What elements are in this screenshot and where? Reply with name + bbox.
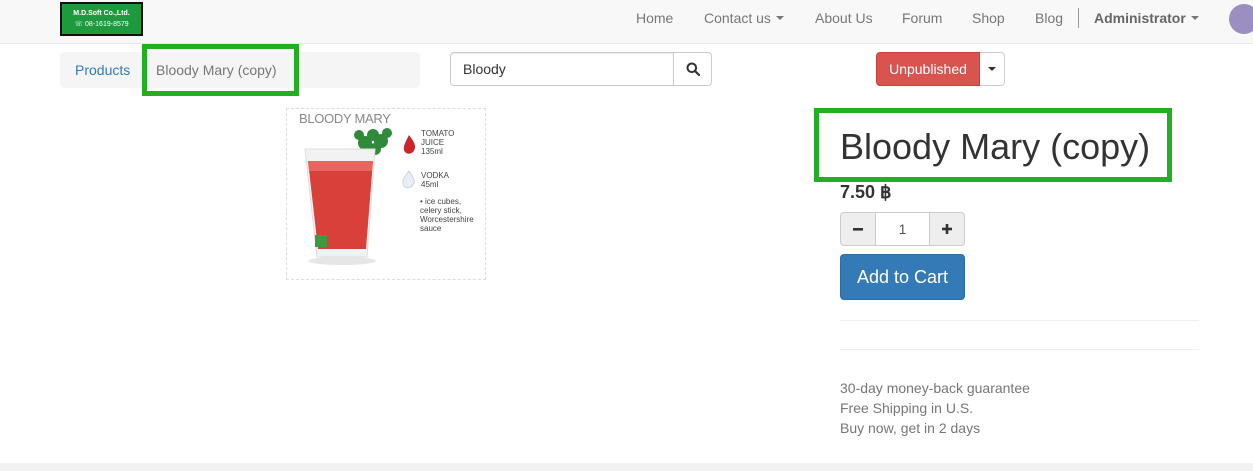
unpublished-button[interactable]: Unpublished: [876, 52, 980, 86]
info-shipping: Free Shipping in U.S.: [840, 400, 974, 416]
minus-icon: [853, 228, 863, 231]
product-title: Bloody Mary (copy): [840, 126, 1151, 167]
nav-forum[interactable]: Forum: [902, 0, 942, 36]
logo-line-1: M.D.Soft Co.,Ltd.: [73, 10, 130, 17]
user-name: Administrator: [1094, 10, 1186, 26]
navbar: M.D.Soft Co.,Ltd. ☏ 08-1619-8579 Home Co…: [0, 0, 1253, 44]
quantity-increase-button[interactable]: [929, 212, 965, 246]
cocktail-glass-illustration: [304, 128, 416, 265]
divider-top: [840, 320, 1199, 321]
breadcrumb-products-link[interactable]: Products: [75, 62, 130, 78]
info-delivery: Buy now, get in 2 days: [840, 420, 981, 436]
nav-contact-us[interactable]: Contact us: [704, 0, 784, 36]
publish-toggle-group: Unpublished: [876, 52, 1005, 86]
plus-icon: [942, 224, 952, 234]
ingredient-vodka: VODKA 45ml: [421, 171, 450, 189]
caret-down-icon: [988, 67, 996, 71]
user-menu[interactable]: Administrator: [1094, 0, 1199, 36]
nav-contact-us-label: Contact us: [704, 10, 771, 26]
nav-home[interactable]: Home: [636, 0, 673, 36]
publish-dropdown-toggle[interactable]: [980, 52, 1005, 86]
ingredient-extras: • ice cubes, celery stick, Worcestershir…: [420, 197, 474, 233]
nav-about-us[interactable]: About Us: [815, 0, 873, 36]
quantity-decrease-button[interactable]: [840, 212, 876, 246]
search-input[interactable]: [450, 52, 674, 86]
nav-divider: [1078, 8, 1079, 28]
search-button[interactable]: [674, 52, 712, 86]
ingredient-tomato-juice: TOMATO JUICE 135ml: [421, 129, 455, 156]
nav-shop[interactable]: Shop: [972, 0, 1005, 36]
info-guarantee: 30-day money-back guarantee: [840, 380, 1030, 396]
nav-blog[interactable]: Blog: [1035, 0, 1063, 36]
company-logo[interactable]: M.D.Soft Co.,Ltd. ☏ 08-1619-8579: [60, 2, 143, 36]
caret-down-icon: [775, 16, 784, 20]
logo-line-2: ☏ 08-1619-8579: [74, 21, 129, 28]
product-search: [450, 52, 712, 86]
caret-down-icon: [1190, 16, 1199, 20]
product-image[interactable]: BLOODY MARY TOMATO JUICE 135ml VODKA 45m…: [286, 108, 486, 280]
divider-bottom: [840, 349, 1199, 350]
add-to-cart-button[interactable]: Add to Cart: [840, 254, 965, 300]
footer-strip: [0, 463, 1253, 471]
search-icon: [686, 62, 700, 76]
quantity-input[interactable]: [876, 212, 929, 246]
breadcrumb-highlight-box: [142, 44, 299, 96]
odoo-drop-icon[interactable]: [1229, 4, 1253, 34]
product-price: 7.50 ฿: [840, 182, 892, 202]
quantity-stepper: [840, 212, 965, 246]
